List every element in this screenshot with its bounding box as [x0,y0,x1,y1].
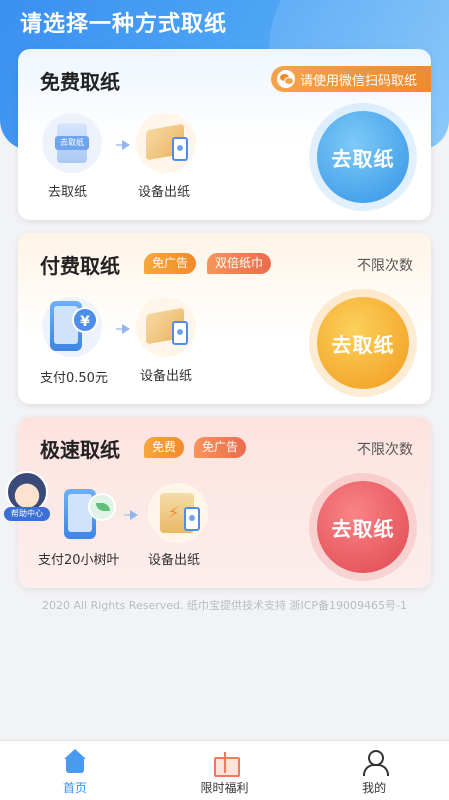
page-title: 请选择一种方式取纸 [20,12,228,37]
tab-label: 我的 [362,781,387,795]
step-label: 支付0.50元 [40,371,108,386]
step-label: 设备出纸 [148,553,201,568]
fast-go-button[interactable]: 去取纸 [317,481,409,573]
user-icon [361,749,390,776]
fast-option-card[interactable]: 极速取纸 免费 免广告 不限次数 支付20小树叶 ⚡ 设备出纸 去取纸 [18,417,431,588]
arrow-right-icon [116,324,130,334]
home-icon [62,749,88,775]
tab-home[interactable]: 首页 [0,741,150,800]
limit-text: 不限次数 [357,258,413,274]
get-paper-step-icon: 去取纸 [42,113,102,173]
tag-free: 免费 [144,437,185,458]
tab-label: 限时福利 [200,781,249,795]
leaf-icon [88,493,116,521]
help-center-label: 帮助中心 [4,507,50,521]
card-title: 免费取纸 [40,70,120,94]
step-label: 设备出纸 [140,369,193,384]
step-label: 去取纸 [48,185,88,200]
tab-label: 首页 [62,781,87,795]
bottom-tabbar: 首页 限时福利 我的 [0,740,449,800]
device-output-icon [136,297,196,357]
step-label: 设备出纸 [138,185,191,200]
limit-text: 不限次数 [357,442,413,458]
paid-go-button[interactable]: 去取纸 [317,297,409,389]
device-output-icon: ⚡ [148,483,208,543]
card-title: 付费取纸 [40,254,120,278]
phone-leaf-icon [56,485,116,545]
tag-double-tissue: 双倍纸巾 [207,253,272,274]
wechat-badge-label: 请使用微信扫码取纸 [299,73,417,89]
free-option-card[interactable]: 免费取纸 请使用微信扫码取纸 去取纸 去取纸 设备出纸 去取纸 [18,49,431,220]
paid-option-card[interactable]: 付费取纸 免广告 双倍纸巾 不限次数 ¥ 支付0.50元 设备出纸 去取纸 [18,233,431,404]
tag-no-ads: 免广告 [144,253,197,274]
phone-pay-icon: ¥ [42,297,102,357]
tab-mine[interactable]: 我的 [299,741,449,800]
gift-icon [212,749,240,777]
arrow-right-icon [116,140,130,150]
free-go-button[interactable]: 去取纸 [317,111,409,203]
device-output-icon [136,113,196,173]
paper-doc-label: 去取纸 [55,136,89,150]
copyright-footer: 2020 All Rights Reserved. 纸巾宝提供技术支持 浙ICP… [41,599,408,612]
tab-limited-benefits[interactable]: 限时福利 [150,741,300,800]
yuan-coin-icon: ¥ [72,307,98,333]
tag-no-ads: 免广告 [194,437,247,458]
help-center-button[interactable]: 帮助中心 [4,471,50,523]
wechat-icon [276,70,295,88]
arrow-right-icon [124,510,138,520]
wechat-scan-badge: 请使用微信扫码取纸 [270,66,431,92]
card-title: 极速取纸 [40,438,120,462]
step-label: 支付20小树叶 [38,553,120,568]
